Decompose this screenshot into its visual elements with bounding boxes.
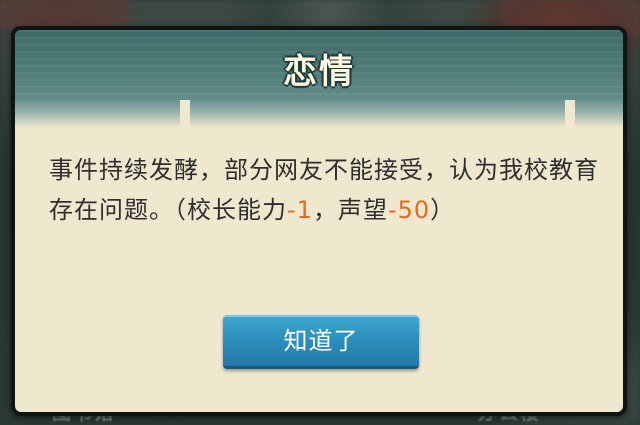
principal-ability-change: -1 <box>287 196 313 224</box>
event-message: 事件持续发酵，部分网友不能接受，认为我校教育存在问题。（校长能力-1，声望-50… <box>49 150 605 230</box>
background-building <box>0 0 130 28</box>
message-text: ） <box>430 196 456 224</box>
reputation-change: -50 <box>387 196 431 224</box>
header-divider-mark <box>180 100 190 128</box>
event-dialog: 恋情 事件持续发酵，部分网友不能接受，认为我校教育存在问题。（校长能力-1，声望… <box>11 26 627 416</box>
header-divider-mark <box>565 100 575 128</box>
ok-button[interactable]: 知道了 <box>223 315 419 369</box>
dialog-title: 恋情 <box>283 52 355 92</box>
dialog-header-fade <box>15 100 623 128</box>
message-text: ，声望 <box>312 196 388 224</box>
